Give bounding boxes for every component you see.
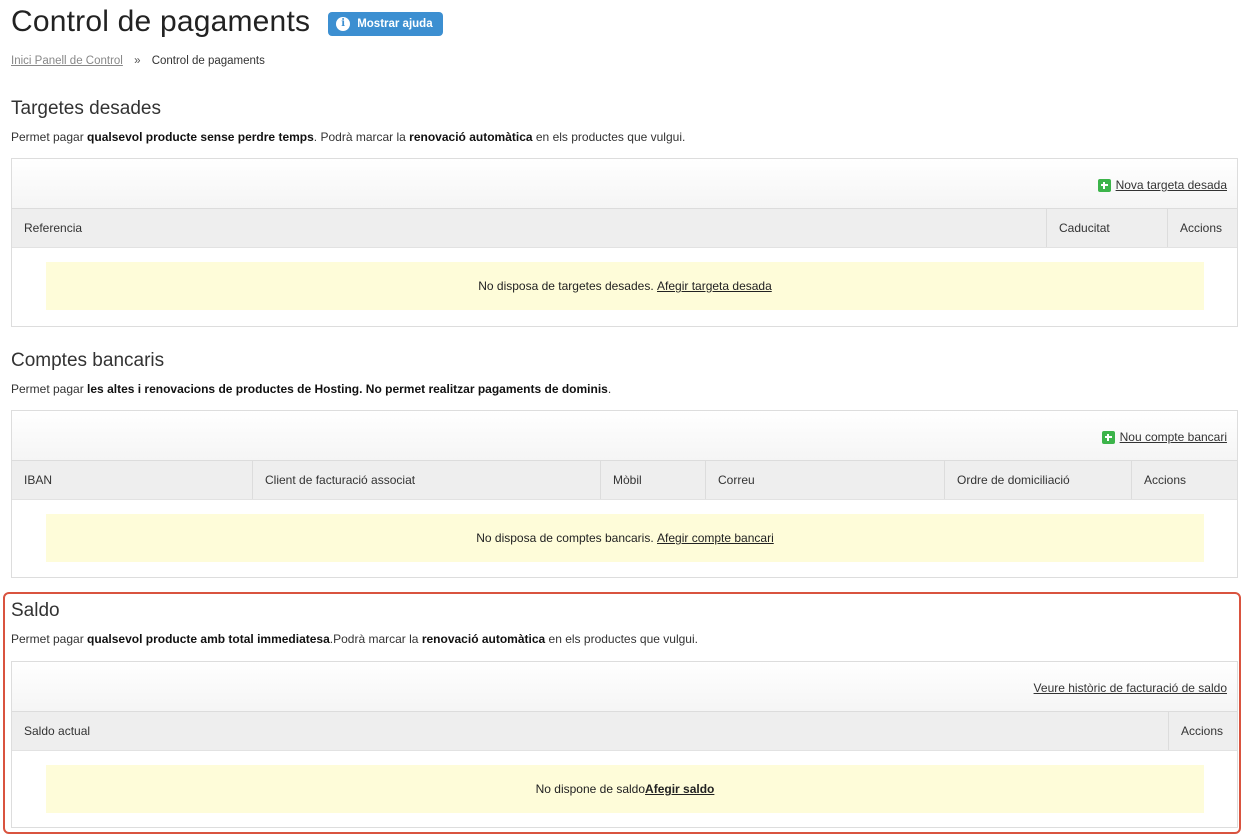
column-header-reference: Referencia bbox=[24, 221, 83, 235]
plus-icon bbox=[1097, 178, 1111, 192]
balance-history-link[interactable]: Veure històric de facturació de saldo bbox=[1034, 681, 1227, 695]
bank-accounts-title: Comptes bancaris bbox=[11, 350, 165, 371]
plus-icon bbox=[1101, 430, 1115, 444]
panel-toolbar: Nou compte bancari bbox=[12, 411, 1237, 461]
page-title: Control de pagaments bbox=[11, 5, 311, 38]
bank-accounts-description: Permet pagar les altes i renovacions de … bbox=[11, 382, 611, 396]
panel-toolbar: Veure històric de facturació de saldo bbox=[12, 662, 1237, 712]
column-header-actions: Accions bbox=[1131, 461, 1239, 499]
column-header-mobile: Mòbil bbox=[600, 461, 706, 499]
saved-cards-description: Permet pagar qualsevol producte sense pe… bbox=[11, 130, 685, 144]
show-help-button[interactable]: i Mostrar ajuda bbox=[328, 11, 443, 36]
desc-text: .Podrà marcar la bbox=[329, 632, 422, 646]
new-saved-card-link[interactable]: Nova targeta desada bbox=[1097, 178, 1227, 192]
column-header-iban: IBAN bbox=[24, 473, 53, 487]
column-header-actions: Accions bbox=[1168, 712, 1239, 750]
add-balance-link[interactable]: Afegir saldo bbox=[645, 782, 714, 796]
column-header-actions: Accions bbox=[1167, 209, 1239, 247]
info-icon: i bbox=[336, 16, 351, 31]
desc-text: en els productes que vulgui. bbox=[532, 130, 686, 144]
balance-panel: Veure històric de facturació de saldo Sa… bbox=[11, 661, 1238, 828]
saved-cards-title: Targetes desades bbox=[11, 98, 161, 119]
column-header-direct-debit-order: Ordre de domiciliació bbox=[944, 461, 1132, 499]
table-header: Referencia Caducitat Accions bbox=[12, 209, 1237, 248]
desc-text: en els productes que vulgui. bbox=[545, 632, 698, 646]
column-header-email: Correu bbox=[705, 461, 945, 499]
balance-history-label: Veure històric de facturació de saldo bbox=[1033, 681, 1227, 695]
show-help-label: Mostrar ajuda bbox=[357, 17, 433, 30]
empty-notice: No dispone de saldo Afegir saldo bbox=[46, 765, 1204, 813]
balance-title: Saldo bbox=[11, 600, 60, 621]
breadcrumb-separator: » bbox=[134, 55, 141, 67]
panel-toolbar: Nova targeta desada bbox=[12, 159, 1237, 209]
new-saved-card-label: Nova targeta desada bbox=[1115, 178, 1227, 192]
desc-text: . Podrà marcar la bbox=[313, 130, 410, 144]
bank-accounts-panel: Nou compte bancari IBAN Client de factur… bbox=[11, 410, 1238, 578]
add-saved-card-link[interactable]: Afegir targeta desada bbox=[657, 279, 772, 293]
column-header-billing-client: Client de facturació associat bbox=[252, 461, 602, 499]
empty-notice: No disposa de comptes bancaris. Afegir c… bbox=[46, 514, 1204, 562]
desc-text: Permet pagar bbox=[11, 130, 88, 144]
breadcrumb: Inici Panell de Control » Control de pag… bbox=[11, 55, 265, 67]
breadcrumb-home-link[interactable]: Inici Panell de Control bbox=[11, 55, 123, 67]
desc-bold: les altes i renovacions de productes de … bbox=[87, 382, 608, 396]
column-header-current-balance: Saldo actual bbox=[24, 724, 91, 738]
new-bank-account-link[interactable]: Nou compte bancari bbox=[1101, 430, 1227, 444]
empty-notice-text: No disposa de targetes desades. bbox=[478, 279, 654, 293]
table-header: IBAN Client de facturació associat Mòbil… bbox=[12, 461, 1237, 500]
column-header-expiry: Caducitat bbox=[1046, 209, 1156, 247]
new-bank-account-label: Nou compte bancari bbox=[1119, 430, 1227, 444]
empty-notice-text: No disposa de comptes bancaris. bbox=[476, 531, 654, 545]
saved-cards-panel: Nova targeta desada Referencia Caducitat… bbox=[11, 158, 1238, 327]
desc-bold: renovació automàtica bbox=[421, 632, 546, 646]
desc-bold: qualsevol producte amb total immediatesa bbox=[87, 632, 330, 646]
add-bank-account-link[interactable]: Afegir compte bancari bbox=[657, 531, 774, 545]
table-header: Saldo actual Accions bbox=[12, 712, 1237, 751]
desc-bold: renovació automàtica bbox=[409, 130, 533, 144]
desc-text: Permet pagar bbox=[11, 632, 88, 646]
desc-text: . bbox=[607, 382, 612, 396]
desc-text: Permet pagar bbox=[11, 382, 88, 396]
empty-notice: No disposa de targetes desades. Afegir t… bbox=[46, 262, 1204, 310]
breadcrumb-current: Control de pagaments bbox=[151, 55, 265, 67]
page-header: Control de pagaments i Mostrar ajuda bbox=[11, 2, 443, 42]
empty-notice-text: No dispone de saldo bbox=[535, 782, 646, 796]
desc-bold: qualsevol producte sense perdre temps bbox=[87, 130, 314, 144]
balance-description: Permet pagar qualsevol producte amb tota… bbox=[11, 632, 698, 646]
